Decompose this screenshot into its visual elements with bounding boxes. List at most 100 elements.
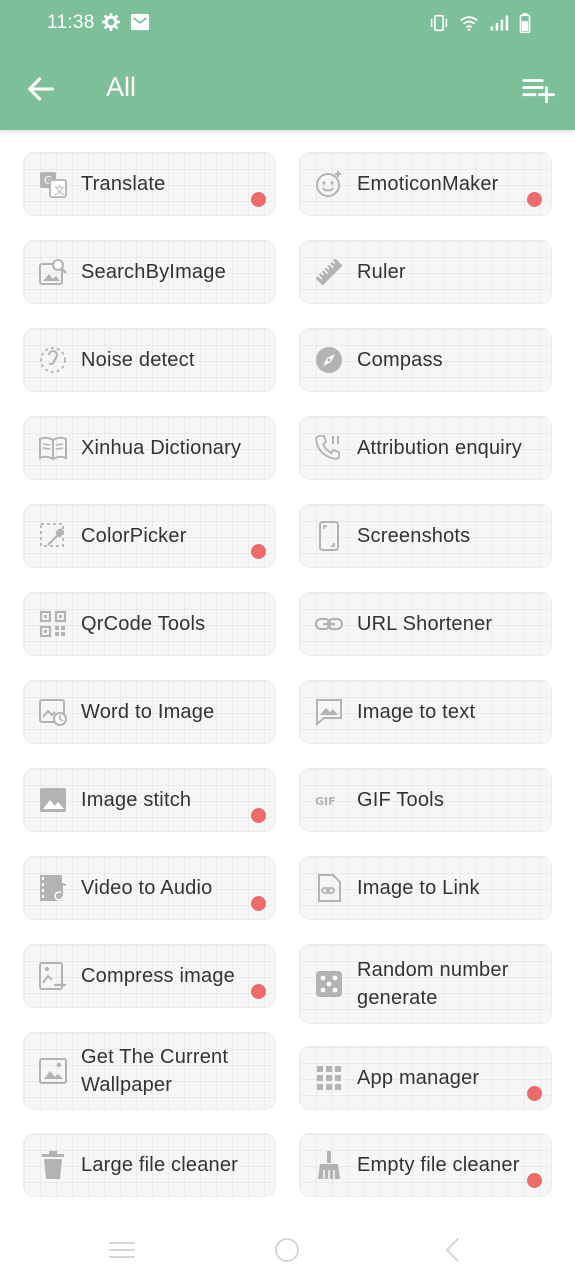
new-badge-dot: [251, 984, 266, 999]
tool-card-phone-pause[interactable]: Attribution enquiry: [299, 416, 552, 480]
home-button[interactable]: [272, 1237, 302, 1263]
ruler-icon: [315, 258, 343, 286]
new-badge-dot: [251, 544, 266, 559]
tool-label: Noise detect: [81, 349, 195, 371]
tool-label: Attribution enquiry: [357, 437, 523, 459]
new-badge-dot: [527, 192, 542, 207]
tool-card-trash[interactable]: Large file cleaner: [23, 1133, 276, 1197]
back-triangle-icon: [446, 1238, 459, 1262]
tool-label: Compass: [357, 349, 443, 371]
color-picker-icon: [40, 523, 64, 547]
tool-card-phone-screenshot[interactable]: Screenshots: [299, 504, 552, 568]
tool-label: Compress image: [81, 965, 235, 987]
status-time: 11:38: [47, 12, 95, 33]
broom-icon: [318, 1151, 340, 1179]
system-nav-bar: [0, 1215, 575, 1280]
tool-card-gif[interactable]: GIF GIF Tools: [299, 768, 552, 832]
tool-card-image-compress[interactable]: Compress image: [23, 944, 276, 1008]
tool-card-compass[interactable]: Compass: [299, 328, 552, 392]
image-refresh-icon: [39, 699, 67, 726]
wifi-icon: [460, 16, 478, 31]
arrow-left-icon: [28, 77, 54, 101]
file-link-icon: [318, 874, 341, 902]
tool-card-video-music[interactable]: Video to Audio: [23, 856, 276, 920]
gif-icon: GIF: [315, 795, 336, 808]
tool-card-wallpaper[interactable]: Get The Current Wallpaper: [23, 1032, 276, 1110]
new-badge-dot: [251, 808, 266, 823]
book-icon: [39, 436, 67, 461]
svg-text:GIF: GIF: [315, 795, 336, 808]
tool-label: Large file cleaner: [81, 1154, 239, 1176]
back-button[interactable]: [24, 72, 58, 106]
new-badge-dot: [527, 1173, 542, 1188]
signal-icon: [490, 15, 509, 31]
page-title: All: [106, 72, 137, 102]
home-circle-icon: [275, 1238, 299, 1262]
svg-text:文: 文: [54, 183, 65, 197]
tool-label: SearchByImage: [81, 261, 226, 283]
tool-label: Image to Link: [357, 877, 480, 899]
image-message-icon: [316, 699, 342, 727]
compass-icon: [316, 347, 342, 373]
translate-icon: G文: [40, 172, 67, 198]
wallpaper-icon: [39, 1058, 67, 1084]
link-icon: [314, 617, 344, 631]
tool-label: App manager: [357, 1067, 480, 1089]
tool-label: Xinhua Dictionary: [81, 437, 242, 459]
noise-icon: [40, 347, 66, 373]
playlist-add-icon: [522, 79, 555, 104]
tool-label: GIF Tools: [357, 789, 445, 811]
tool-card-image[interactable]: Image stitch: [23, 768, 276, 832]
tool-label: QrCode Tools: [81, 613, 206, 635]
apps-grid-icon: [317, 1066, 341, 1090]
tool-label: Screenshots: [357, 525, 471, 547]
tool-card-ruler[interactable]: Ruler: [299, 240, 552, 304]
battery-icon: [519, 13, 531, 33]
tool-label: Word to Image: [81, 701, 215, 723]
tool-label: Ruler: [357, 261, 406, 283]
menu-icon: [109, 1242, 135, 1258]
tool-card-image-search[interactable]: SearchByImage: [23, 240, 276, 304]
tool-label: URL Shortener: [357, 613, 493, 635]
dice-icon: [316, 971, 342, 997]
nav-back-button[interactable]: [438, 1237, 468, 1263]
tool-card-noise[interactable]: Noise detect: [23, 328, 276, 392]
app-bar: All: [0, 50, 575, 130]
trash-icon: [42, 1151, 64, 1179]
phone-pause-icon: [315, 435, 340, 460]
image-search-icon: [39, 259, 67, 285]
tool-card-qrcode[interactable]: QrCode Tools: [23, 592, 276, 656]
image-icon: [40, 788, 66, 812]
image-compress-icon: [39, 962, 66, 990]
menu-button[interactable]: [107, 1237, 137, 1263]
mail-icon: [131, 13, 149, 31]
tool-label: Random number generate: [357, 959, 509, 1009]
tool-label: Empty file cleaner: [357, 1154, 520, 1176]
tool-card-color-picker[interactable]: ColorPicker: [23, 504, 276, 568]
new-badge-dot: [251, 896, 266, 911]
tool-card-image-refresh[interactable]: Word to Image: [23, 680, 276, 744]
status-bar: 11:38: [0, 0, 575, 50]
tool-card-broom[interactable]: Empty file cleaner: [299, 1133, 552, 1197]
tool-card-translate[interactable]: G 文 Translate: [23, 152, 276, 216]
vibrate-icon: [430, 14, 448, 32]
tool-label: Video to Audio: [81, 877, 213, 899]
tool-card-image-message[interactable]: Image to text: [299, 680, 552, 744]
tool-label: Translate: [81, 173, 166, 195]
qrcode-icon: [39, 610, 67, 638]
tool-label: Image to text: [357, 701, 476, 723]
tool-card-emoticon[interactable]: EmoticonMaker: [299, 152, 552, 216]
emoticon-icon: [316, 171, 341, 197]
tool-card-dice[interactable]: Random number generate: [299, 944, 552, 1024]
tool-card-file-link[interactable]: Image to Link: [299, 856, 552, 920]
tool-label: Get The Current Wallpaper: [81, 1046, 229, 1096]
tool-card-book[interactable]: Xinhua Dictionary: [23, 416, 276, 480]
new-badge-dot: [251, 192, 266, 207]
tools-grid: G 文 Translate EmoticonMaker SearchByImage Rul…: [0, 130, 575, 1210]
tool-label: Image stitch: [81, 789, 192, 811]
add-to-list-button[interactable]: [521, 72, 555, 106]
new-badge-dot: [527, 1086, 542, 1101]
video-music-icon: [40, 875, 67, 901]
tool-card-apps-grid[interactable]: App manager: [299, 1046, 552, 1110]
tool-card-link[interactable]: URL Shortener: [299, 592, 552, 656]
